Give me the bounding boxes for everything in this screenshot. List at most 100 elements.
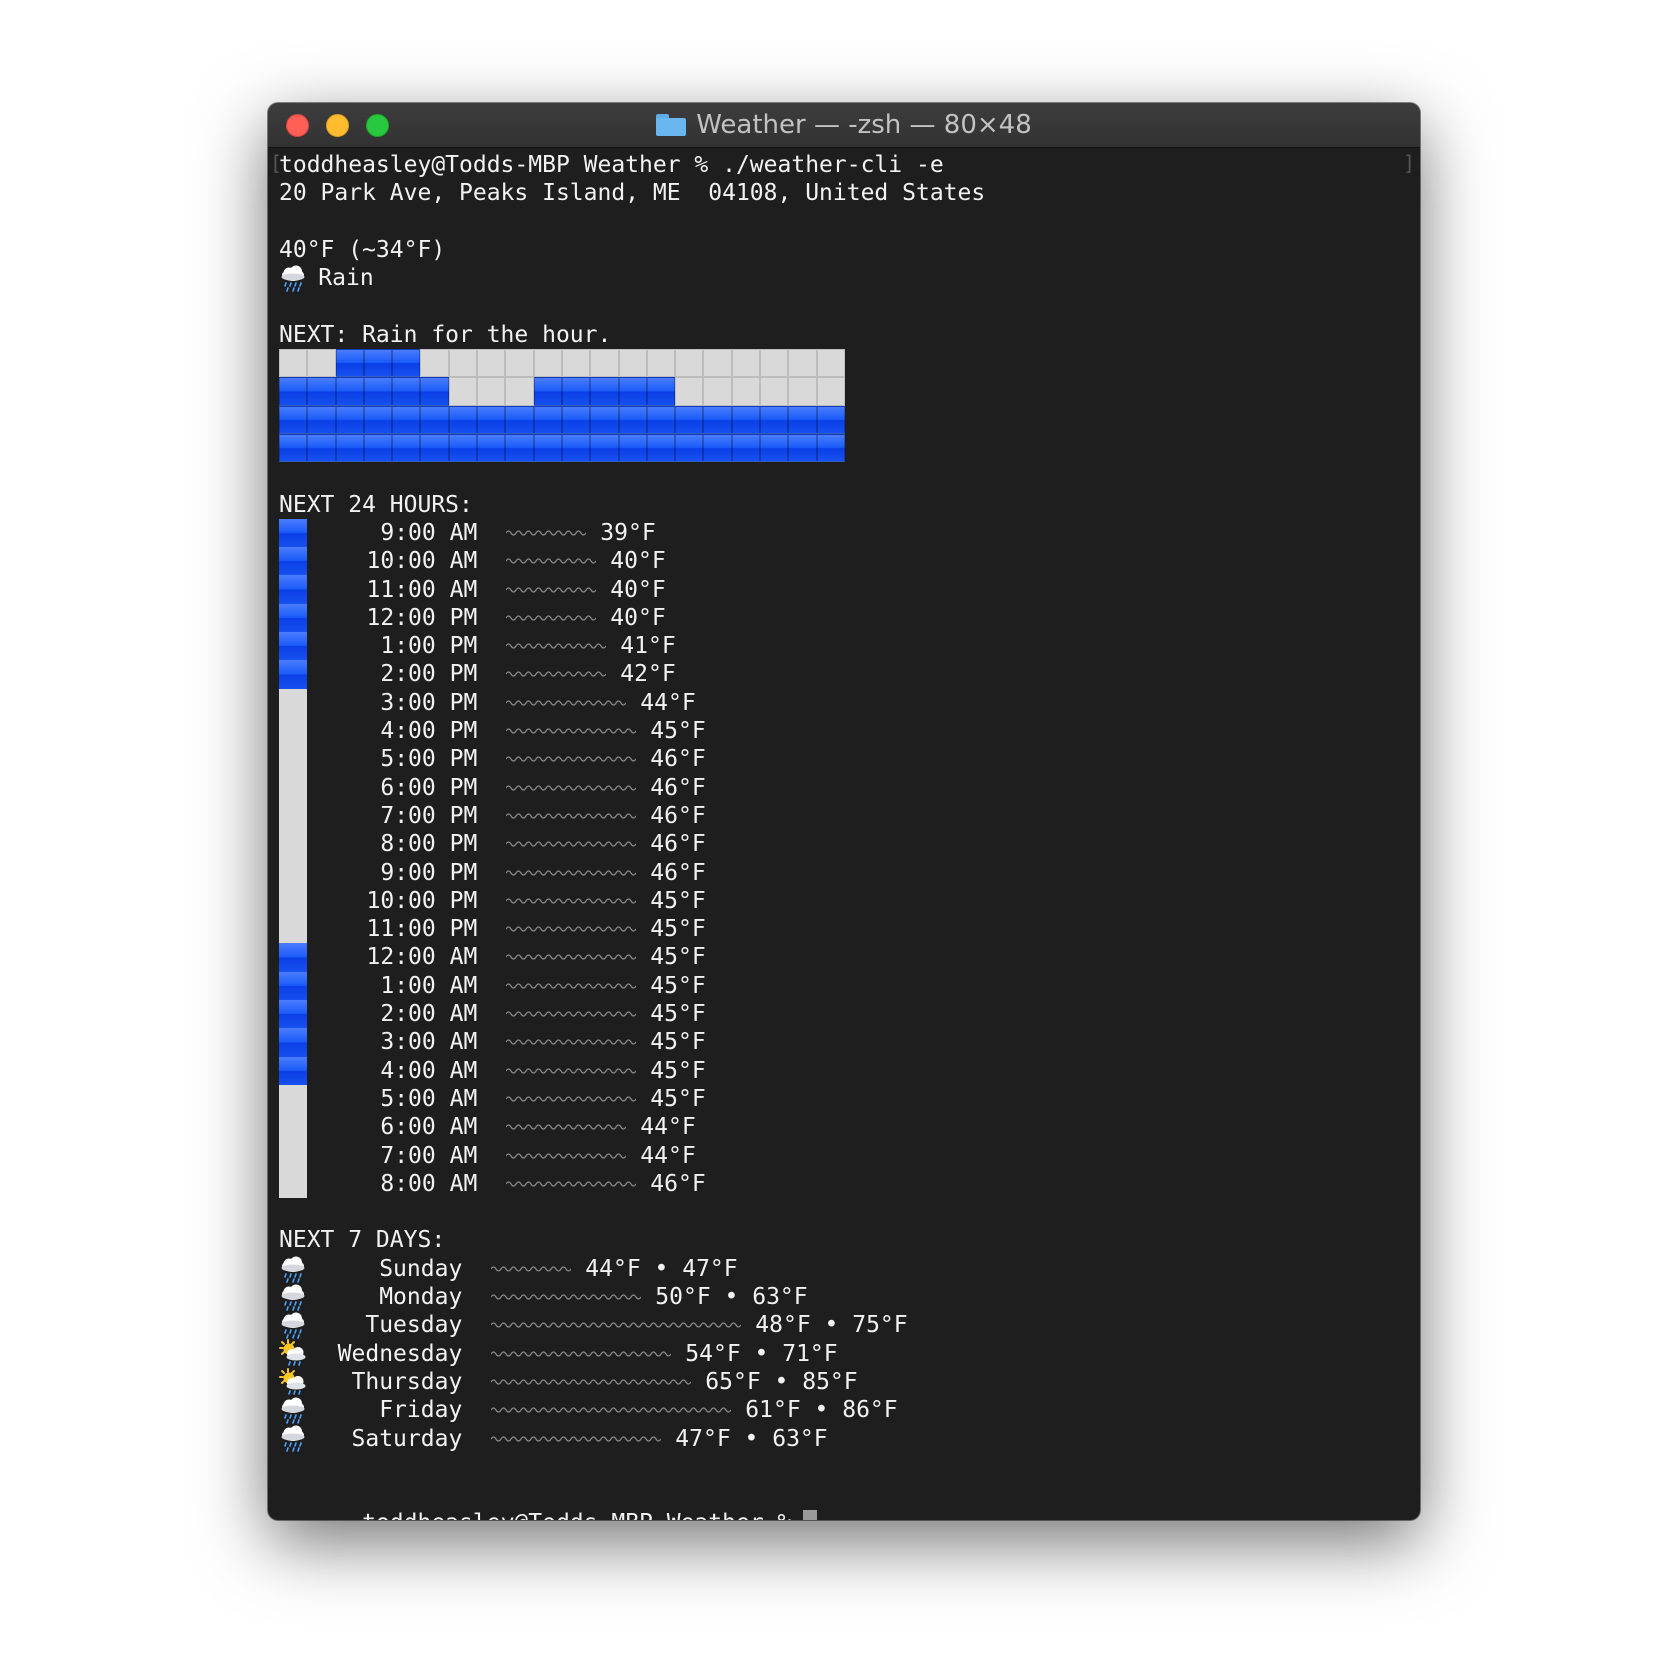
day-row: Monday 50°F • 63°F bbox=[279, 1283, 1410, 1311]
hour-precip-dry bbox=[279, 801, 308, 831]
hour-precip-rain bbox=[279, 603, 308, 633]
hours-label: NEXT 24 HOURS: bbox=[279, 491, 473, 518]
precip-cell-rain bbox=[561, 433, 591, 463]
hour-temp: 45°F bbox=[650, 944, 706, 971]
precip-cell-rain bbox=[392, 349, 421, 378]
temp-squiggle bbox=[477, 1179, 650, 1189]
prompt: toddheasley@Todds-MBP Weather % bbox=[362, 1510, 791, 1520]
precip-cell-rain bbox=[788, 433, 817, 463]
precip-cell-dry bbox=[533, 349, 562, 378]
hour-temp: 46°F bbox=[650, 859, 706, 886]
precip-cell-dry bbox=[307, 349, 336, 378]
hour-temp: 40°F bbox=[610, 604, 666, 631]
precip-cell-dry bbox=[505, 349, 534, 378]
title-bar[interactable]: Weather — -zsh — 80×48 bbox=[268, 103, 1420, 148]
days-list: Sunday 44°F • 47°F Monday 50°F • 63°F Tuesda… bbox=[279, 1255, 1410, 1453]
hour-temp: 45°F bbox=[650, 887, 706, 914]
temp-squiggle bbox=[477, 981, 650, 991]
precip-cell-rain bbox=[363, 405, 393, 434]
day-name: Sunday bbox=[379, 1255, 463, 1282]
temp-squiggle bbox=[477, 1094, 650, 1104]
precip-cell-dry bbox=[448, 349, 478, 378]
hour-temp: 46°F bbox=[650, 774, 706, 801]
precip-cell-rain bbox=[335, 377, 364, 406]
hour-time: 10:00 AM bbox=[366, 548, 478, 575]
folder-icon bbox=[656, 114, 687, 136]
hour-temp: 46°F bbox=[650, 831, 706, 858]
hour-row: 1:00 PM 41°F bbox=[279, 632, 1410, 661]
precip-cell-rain bbox=[561, 405, 591, 434]
hour-time: 4:00 AM bbox=[380, 1057, 478, 1084]
minute-grid-row bbox=[279, 433, 1410, 463]
hour-row: 2:00 PM 42°F bbox=[279, 660, 1410, 689]
terminal-content[interactable]: toddheasley@Todds-MBP Weather % ./weathe… bbox=[279, 151, 1410, 1520]
precip-cell-dry bbox=[788, 349, 817, 378]
hour-precip-rain bbox=[279, 575, 308, 604]
precip-cell-dry bbox=[420, 349, 449, 378]
precip-cell-rain bbox=[590, 377, 619, 406]
precip-cell-rain bbox=[816, 433, 845, 463]
precip-cell-rain bbox=[760, 433, 789, 463]
terminal-window: Weather — -zsh — 80×48 [ ] toddheasley@T… bbox=[268, 103, 1420, 1520]
text-cursor bbox=[803, 1510, 818, 1520]
day-row: Tuesday 48°F • 75°F bbox=[279, 1311, 1410, 1339]
hour-row: 11:00 AM 40°F bbox=[279, 575, 1410, 604]
temp-squiggle bbox=[477, 783, 650, 793]
hour-row: 9:00 PM 46°F bbox=[279, 858, 1410, 887]
precip-cell-rain bbox=[618, 433, 647, 463]
current-condition-row: Rain bbox=[279, 264, 1410, 292]
precip-cell-rain bbox=[279, 433, 308, 463]
temp-squiggle bbox=[477, 924, 650, 934]
hour-temp: 46°F bbox=[650, 1170, 706, 1197]
precip-cell-rain bbox=[363, 433, 393, 463]
hours-list: 9:00 AM 39°F 10:00 AM 40°F 11:00 AM 40°F 12:00… bbox=[279, 518, 1410, 1198]
hour-row: 4:00 PM 45°F bbox=[279, 716, 1410, 746]
precip-cell-rain bbox=[646, 377, 676, 406]
precip-cell-dry bbox=[279, 349, 308, 378]
hour-precip-rain bbox=[279, 547, 308, 576]
precip-cell-rain bbox=[448, 433, 478, 463]
hour-row: 4:00 AM 45°F bbox=[279, 1056, 1410, 1085]
precip-cell-dry bbox=[561, 349, 591, 378]
day-temp-range: 47°F • 63°F bbox=[675, 1425, 828, 1452]
hour-temp: 46°F bbox=[650, 802, 706, 829]
hour-precip-rain bbox=[279, 999, 308, 1029]
hour-time: 8:00 PM bbox=[380, 831, 478, 858]
precip-cell-rain bbox=[392, 377, 421, 406]
hour-precip-dry bbox=[279, 688, 308, 717]
hour-temp: 46°F bbox=[650, 746, 706, 773]
minute-grid-row bbox=[279, 377, 1410, 406]
hour-time: 2:00 AM bbox=[380, 1001, 478, 1028]
hour-precip-dry bbox=[279, 1141, 308, 1170]
precip-cell-rain bbox=[760, 405, 789, 434]
hour-row: 10:00 PM 45°F bbox=[279, 886, 1410, 916]
range-squiggle bbox=[462, 1292, 655, 1302]
precip-cell-rain bbox=[279, 405, 308, 434]
precip-cell-dry bbox=[703, 349, 732, 378]
hour-precip-dry bbox=[279, 858, 308, 887]
precip-cell-dry bbox=[731, 349, 761, 378]
prompt-line[interactable]: toddheasley@Todds-MBP Weather % bbox=[279, 1481, 1410, 1520]
precip-cell-rain bbox=[363, 377, 393, 406]
temp-squiggle bbox=[477, 528, 600, 538]
precip-cell-rain bbox=[590, 433, 619, 463]
hour-precip-dry bbox=[279, 915, 308, 944]
hour-temp: 44°F bbox=[640, 1142, 696, 1169]
day-row: Saturday 47°F • 63°F bbox=[279, 1424, 1410, 1453]
temp-squiggle bbox=[477, 613, 610, 623]
hour-temp: 45°F bbox=[650, 972, 706, 999]
current-temp: 40°F (~34°F) bbox=[279, 236, 446, 263]
current-condition: Rain bbox=[318, 265, 374, 292]
hour-temp: 44°F bbox=[640, 689, 696, 716]
range-squiggle bbox=[462, 1349, 685, 1359]
temp-squiggle bbox=[477, 754, 650, 764]
hour-time: 11:00 AM bbox=[366, 576, 478, 603]
day-row: Sunday 44°F • 47°F bbox=[279, 1255, 1410, 1283]
precip-cell-rain bbox=[703, 433, 732, 463]
precip-cell-rain bbox=[646, 433, 676, 463]
precip-cell-rain bbox=[533, 377, 562, 406]
precip-cell-dry bbox=[618, 349, 647, 378]
range-squiggle bbox=[462, 1377, 705, 1387]
hour-precip-dry bbox=[279, 773, 308, 802]
hour-row: 7:00 AM 44°F bbox=[279, 1141, 1410, 1170]
